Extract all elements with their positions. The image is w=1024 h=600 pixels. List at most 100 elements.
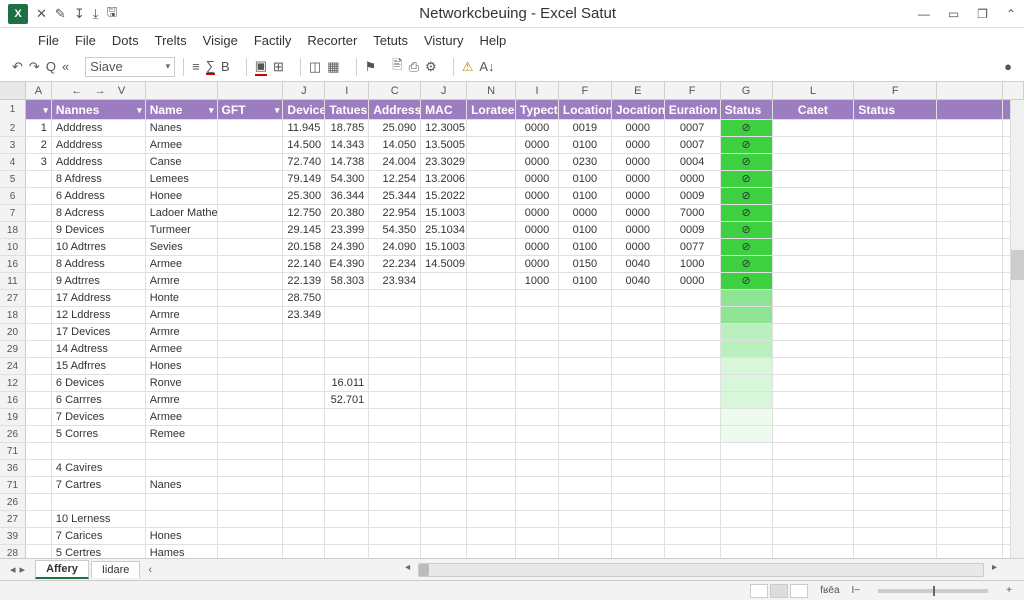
cell[interactable] [937,494,1003,510]
status-cell[interactable] [721,409,773,425]
status-cell[interactable] [721,392,773,408]
cell[interactable] [937,375,1003,391]
cell[interactable]: 23.349 [283,307,325,323]
cell[interactable] [854,426,937,442]
col-header[interactable]: ← → V [52,82,146,99]
cell[interactable]: Ronve [146,375,218,391]
cell[interactable] [283,341,325,357]
cell[interactable] [218,256,284,272]
cell[interactable] [26,477,52,493]
cell[interactable]: 0000 [612,171,665,187]
vertical-scrollbar[interactable] [1010,100,1024,558]
cell[interactable] [854,307,937,323]
cell[interactable] [421,307,467,323]
cell[interactable]: 54.300 [325,171,369,187]
cell[interactable] [325,324,369,340]
cell[interactable]: 52.701 [325,392,369,408]
cell[interactable]: 23.3029 [421,154,467,170]
restore-icon[interactable]: ❐ [977,7,988,21]
cell[interactable] [854,545,937,558]
user-icon[interactable]: ● [1004,59,1012,74]
cell[interactable]: 0000 [665,273,721,289]
cell[interactable] [773,256,855,272]
cell[interactable]: 0077 [665,239,721,255]
header-cell[interactable]: Name [146,100,218,119]
cell[interactable] [612,511,665,527]
cell[interactable] [559,392,612,408]
view-buttons[interactable] [750,584,808,598]
add-sheet-icon[interactable]: ‹ [142,564,158,576]
cell[interactable] [612,409,665,425]
cell[interactable] [467,375,516,391]
header-cell[interactable]: Device [283,100,325,119]
cell[interactable] [665,409,721,425]
cell[interactable] [218,188,284,204]
cell[interactable]: 0000 [612,188,665,204]
cell[interactable] [559,307,612,323]
cell[interactable] [283,477,325,493]
cell[interactable] [773,137,855,153]
cell[interactable] [421,460,467,476]
cell[interactable] [467,154,516,170]
cell[interactable] [937,545,1003,558]
cell[interactable] [26,358,52,374]
cell[interactable] [937,154,1003,170]
cell[interactable]: 8 Address [52,256,146,272]
cell[interactable]: 14.500 [283,137,325,153]
cell[interactable] [421,273,467,289]
status-cell[interactable]: ⊘ [721,273,773,289]
cell[interactable] [559,341,612,357]
cell[interactable] [218,171,284,187]
cell[interactable]: 11.945 [283,120,325,136]
cell[interactable]: 0000 [516,120,559,136]
cell[interactable]: 5 Corres [52,426,146,442]
cell[interactable] [325,426,369,442]
col-header[interactable]: G [721,82,773,99]
cell[interactable] [612,460,665,476]
header-cell[interactable]: Catet [773,100,855,119]
menu-item[interactable]: Visige [203,33,238,48]
header-cell[interactable] [26,100,52,119]
cell[interactable] [665,290,721,306]
normal-view-icon[interactable] [750,584,768,598]
cell[interactable] [854,409,937,425]
cell[interactable] [218,511,284,527]
cell[interactable]: 15.2022 [421,188,467,204]
cell[interactable] [26,511,52,527]
cell[interactable] [665,358,721,374]
arrow-icon[interactable]: ↧ [74,6,85,22]
cell[interactable]: 36.344 [325,188,369,204]
status-cell[interactable] [721,443,773,459]
cell[interactable] [421,528,467,544]
cell[interactable] [467,256,516,272]
cell[interactable] [467,477,516,493]
status-cell[interactable] [721,426,773,442]
cell[interactable] [937,222,1003,238]
cell[interactable] [773,477,855,493]
row-header[interactable]: 26 [0,494,26,510]
cell[interactable]: 0000 [612,239,665,255]
cell[interactable] [665,460,721,476]
cell[interactable] [665,545,721,558]
status-cell[interactable] [721,528,773,544]
cell[interactable]: 23.934 [369,273,421,289]
cell[interactable]: 12.254 [369,171,421,187]
cell[interactable] [854,171,937,187]
cell[interactable]: 0000 [516,222,559,238]
cell[interactable] [218,239,284,255]
sheet-nav[interactable]: ◂▸ [0,563,35,576]
cell[interactable] [854,324,937,340]
cell[interactable] [26,494,52,510]
row-header[interactable]: 27 [0,511,26,527]
cell[interactable] [773,426,855,442]
row-header[interactable]: 7 [0,205,26,221]
cell[interactable]: 0000 [665,171,721,187]
cell[interactable] [854,188,937,204]
status-cell[interactable] [721,494,773,510]
cell[interactable]: 58.303 [325,273,369,289]
cell[interactable] [665,528,721,544]
cell[interactable] [218,324,284,340]
cell[interactable] [773,307,855,323]
cell[interactable] [218,120,284,136]
status-cell[interactable] [721,324,773,340]
